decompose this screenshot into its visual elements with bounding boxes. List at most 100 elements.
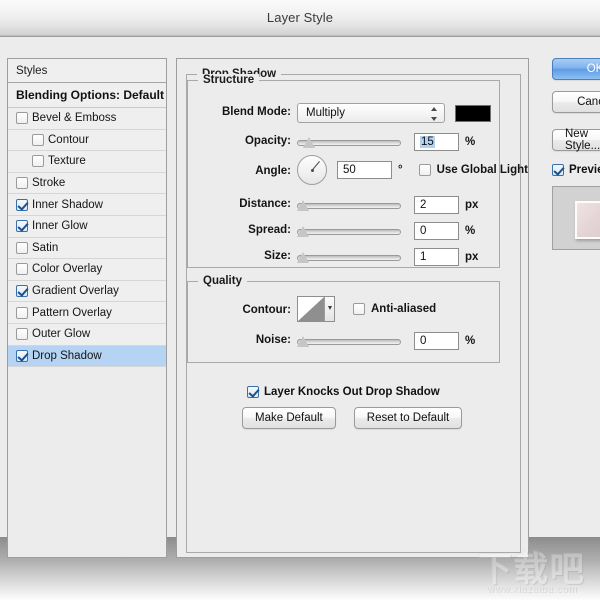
effect-label: Texture	[48, 155, 86, 168]
angle-unit: °	[398, 164, 403, 176]
preview-row[interactable]: Preview	[552, 164, 600, 176]
effect-row[interactable]: Bevel & Emboss	[8, 108, 166, 130]
effect-checkbox[interactable]	[32, 133, 44, 146]
shadow-color-swatch[interactable]	[455, 104, 491, 122]
effect-checkbox[interactable]	[16, 112, 28, 125]
effect-label: Gradient Overlay	[32, 285, 119, 298]
effect-row[interactable]: Satin	[8, 237, 166, 260]
default-buttons-group: Make Default Reset to Default	[242, 407, 463, 429]
effect-checkbox[interactable]	[16, 328, 28, 341]
contour-picker[interactable]	[297, 296, 335, 322]
effect-label: Drop Shadow	[32, 349, 102, 362]
effect-row[interactable]: Contour	[8, 129, 166, 152]
anti-aliased-row[interactable]: Anti-aliased	[353, 303, 436, 315]
size-slider-knob[interactable]	[297, 252, 310, 263]
reset-to-default-button[interactable]: Reset to Default	[353, 407, 463, 429]
effect-label: Stroke	[32, 177, 66, 190]
effect-checkbox[interactable]	[32, 155, 44, 168]
effect-checkbox[interactable]	[16, 263, 28, 276]
effect-checkbox[interactable]	[16, 198, 28, 211]
cancel-button[interactable]: Cancel	[552, 91, 600, 113]
spread-slider-knob[interactable]	[297, 226, 310, 237]
effect-row[interactable]: Drop Shadow	[8, 345, 166, 368]
distance-slider-track	[297, 203, 401, 209]
noise-input[interactable]: 0	[414, 332, 459, 350]
distance-unit: px	[465, 199, 479, 211]
distance-slider[interactable]	[297, 199, 401, 211]
opacity-slider[interactable]	[297, 136, 401, 148]
effect-checkbox[interactable]	[16, 220, 28, 233]
spread-slider[interactable]	[297, 225, 401, 237]
layer-knockout-label: Layer Knocks Out Drop Shadow	[264, 386, 440, 398]
style-preview-box	[552, 186, 600, 250]
layer-knockout-checkbox[interactable]	[247, 386, 259, 398]
size-value: 1	[420, 251, 427, 263]
effect-row[interactable]: Inner Shadow	[8, 194, 166, 216]
blending-options-row[interactable]: Blending Options: Default	[8, 83, 166, 108]
drop-shadow-panel: Drop Shadow Structure Blend Mode: Multip…	[176, 58, 529, 558]
effect-row[interactable]: Stroke	[8, 172, 166, 195]
angle-dial[interactable]	[297, 155, 327, 185]
spread-input[interactable]: 0	[414, 222, 459, 240]
noise-label: Noise:	[255, 334, 291, 346]
contour-preview-icon	[298, 297, 325, 321]
effect-label: Pattern Overlay	[32, 306, 112, 319]
effect-label: Satin	[32, 241, 59, 254]
effect-checkbox[interactable]	[16, 285, 28, 298]
use-global-light-row[interactable]: Use Global Light	[418, 164, 528, 176]
size-slider[interactable]	[297, 251, 401, 263]
effect-row[interactable]: Texture	[8, 151, 166, 173]
styles-panel: Styles Blending Options: Default Bevel &…	[7, 58, 167, 558]
effect-row[interactable]: Gradient Overlay	[8, 280, 166, 303]
effect-row[interactable]: Color Overlay	[8, 259, 166, 281]
effect-label: Inner Glow	[32, 220, 88, 233]
ok-button[interactable]: OK	[552, 58, 600, 80]
opacity-slider-knob[interactable]	[303, 137, 316, 148]
noise-value: 0	[420, 335, 427, 347]
angle-dial-hub	[310, 168, 314, 172]
contour-label: Contour:	[242, 304, 291, 316]
size-unit: px	[465, 251, 479, 263]
anti-aliased-checkbox[interactable]	[353, 303, 365, 315]
blend-mode-value: Multiply	[306, 107, 345, 119]
spread-label: Spread:	[248, 224, 291, 236]
effect-checkbox[interactable]	[16, 306, 28, 319]
use-global-light-label: Use Global Light	[436, 164, 528, 176]
contour-dropdown-arrow-icon[interactable]	[324, 297, 334, 321]
effect-row[interactable]: Pattern Overlay	[8, 302, 166, 324]
screenshot-root: Layer Style Styles Blending Options: Def…	[0, 0, 600, 600]
distance-slider-knob[interactable]	[297, 200, 310, 211]
preview-label: Preview	[569, 164, 600, 176]
styles-header[interactable]: Styles	[8, 59, 166, 83]
blend-mode-label: Blend Mode:	[222, 106, 291, 118]
new-style-button[interactable]: New Style...	[552, 128, 600, 152]
opacity-input[interactable]: 15	[414, 133, 459, 151]
window-titlebar[interactable]: Layer Style	[0, 0, 600, 37]
effect-checkbox[interactable]	[16, 177, 28, 190]
distance-label: Distance:	[239, 198, 291, 210]
effect-row[interactable]: Inner Glow	[8, 215, 166, 238]
layer-knockout-row[interactable]: Layer Knocks Out Drop Shadow	[247, 386, 440, 398]
opacity-label: Opacity:	[244, 135, 291, 147]
opacity-unit: %	[465, 136, 476, 148]
noise-slider-knob[interactable]	[297, 336, 310, 347]
noise-slider[interactable]	[297, 335, 401, 347]
make-default-button[interactable]: Make Default	[242, 407, 336, 429]
angle-input[interactable]: 50	[337, 161, 392, 179]
angle-label: Angle:	[255, 165, 291, 177]
distance-input[interactable]: 2	[414, 196, 459, 214]
size-input[interactable]: 1	[414, 248, 459, 266]
blend-mode-select[interactable]: Multiply	[297, 103, 445, 123]
noise-slider-track	[297, 339, 401, 345]
spread-unit: %	[465, 225, 476, 237]
effect-label: Inner Shadow	[32, 198, 103, 211]
use-global-light-checkbox[interactable]	[418, 164, 431, 176]
distance-value: 2	[420, 199, 427, 211]
style-preview-thumbnail	[575, 201, 600, 239]
preview-checkbox[interactable]	[552, 164, 564, 176]
effect-row[interactable]: Outer Glow	[8, 323, 166, 346]
effect-checkbox[interactable]	[16, 241, 28, 254]
effect-label: Outer Glow	[32, 328, 91, 341]
quality-legend: Quality	[198, 275, 247, 287]
effect-checkbox[interactable]	[16, 349, 28, 362]
